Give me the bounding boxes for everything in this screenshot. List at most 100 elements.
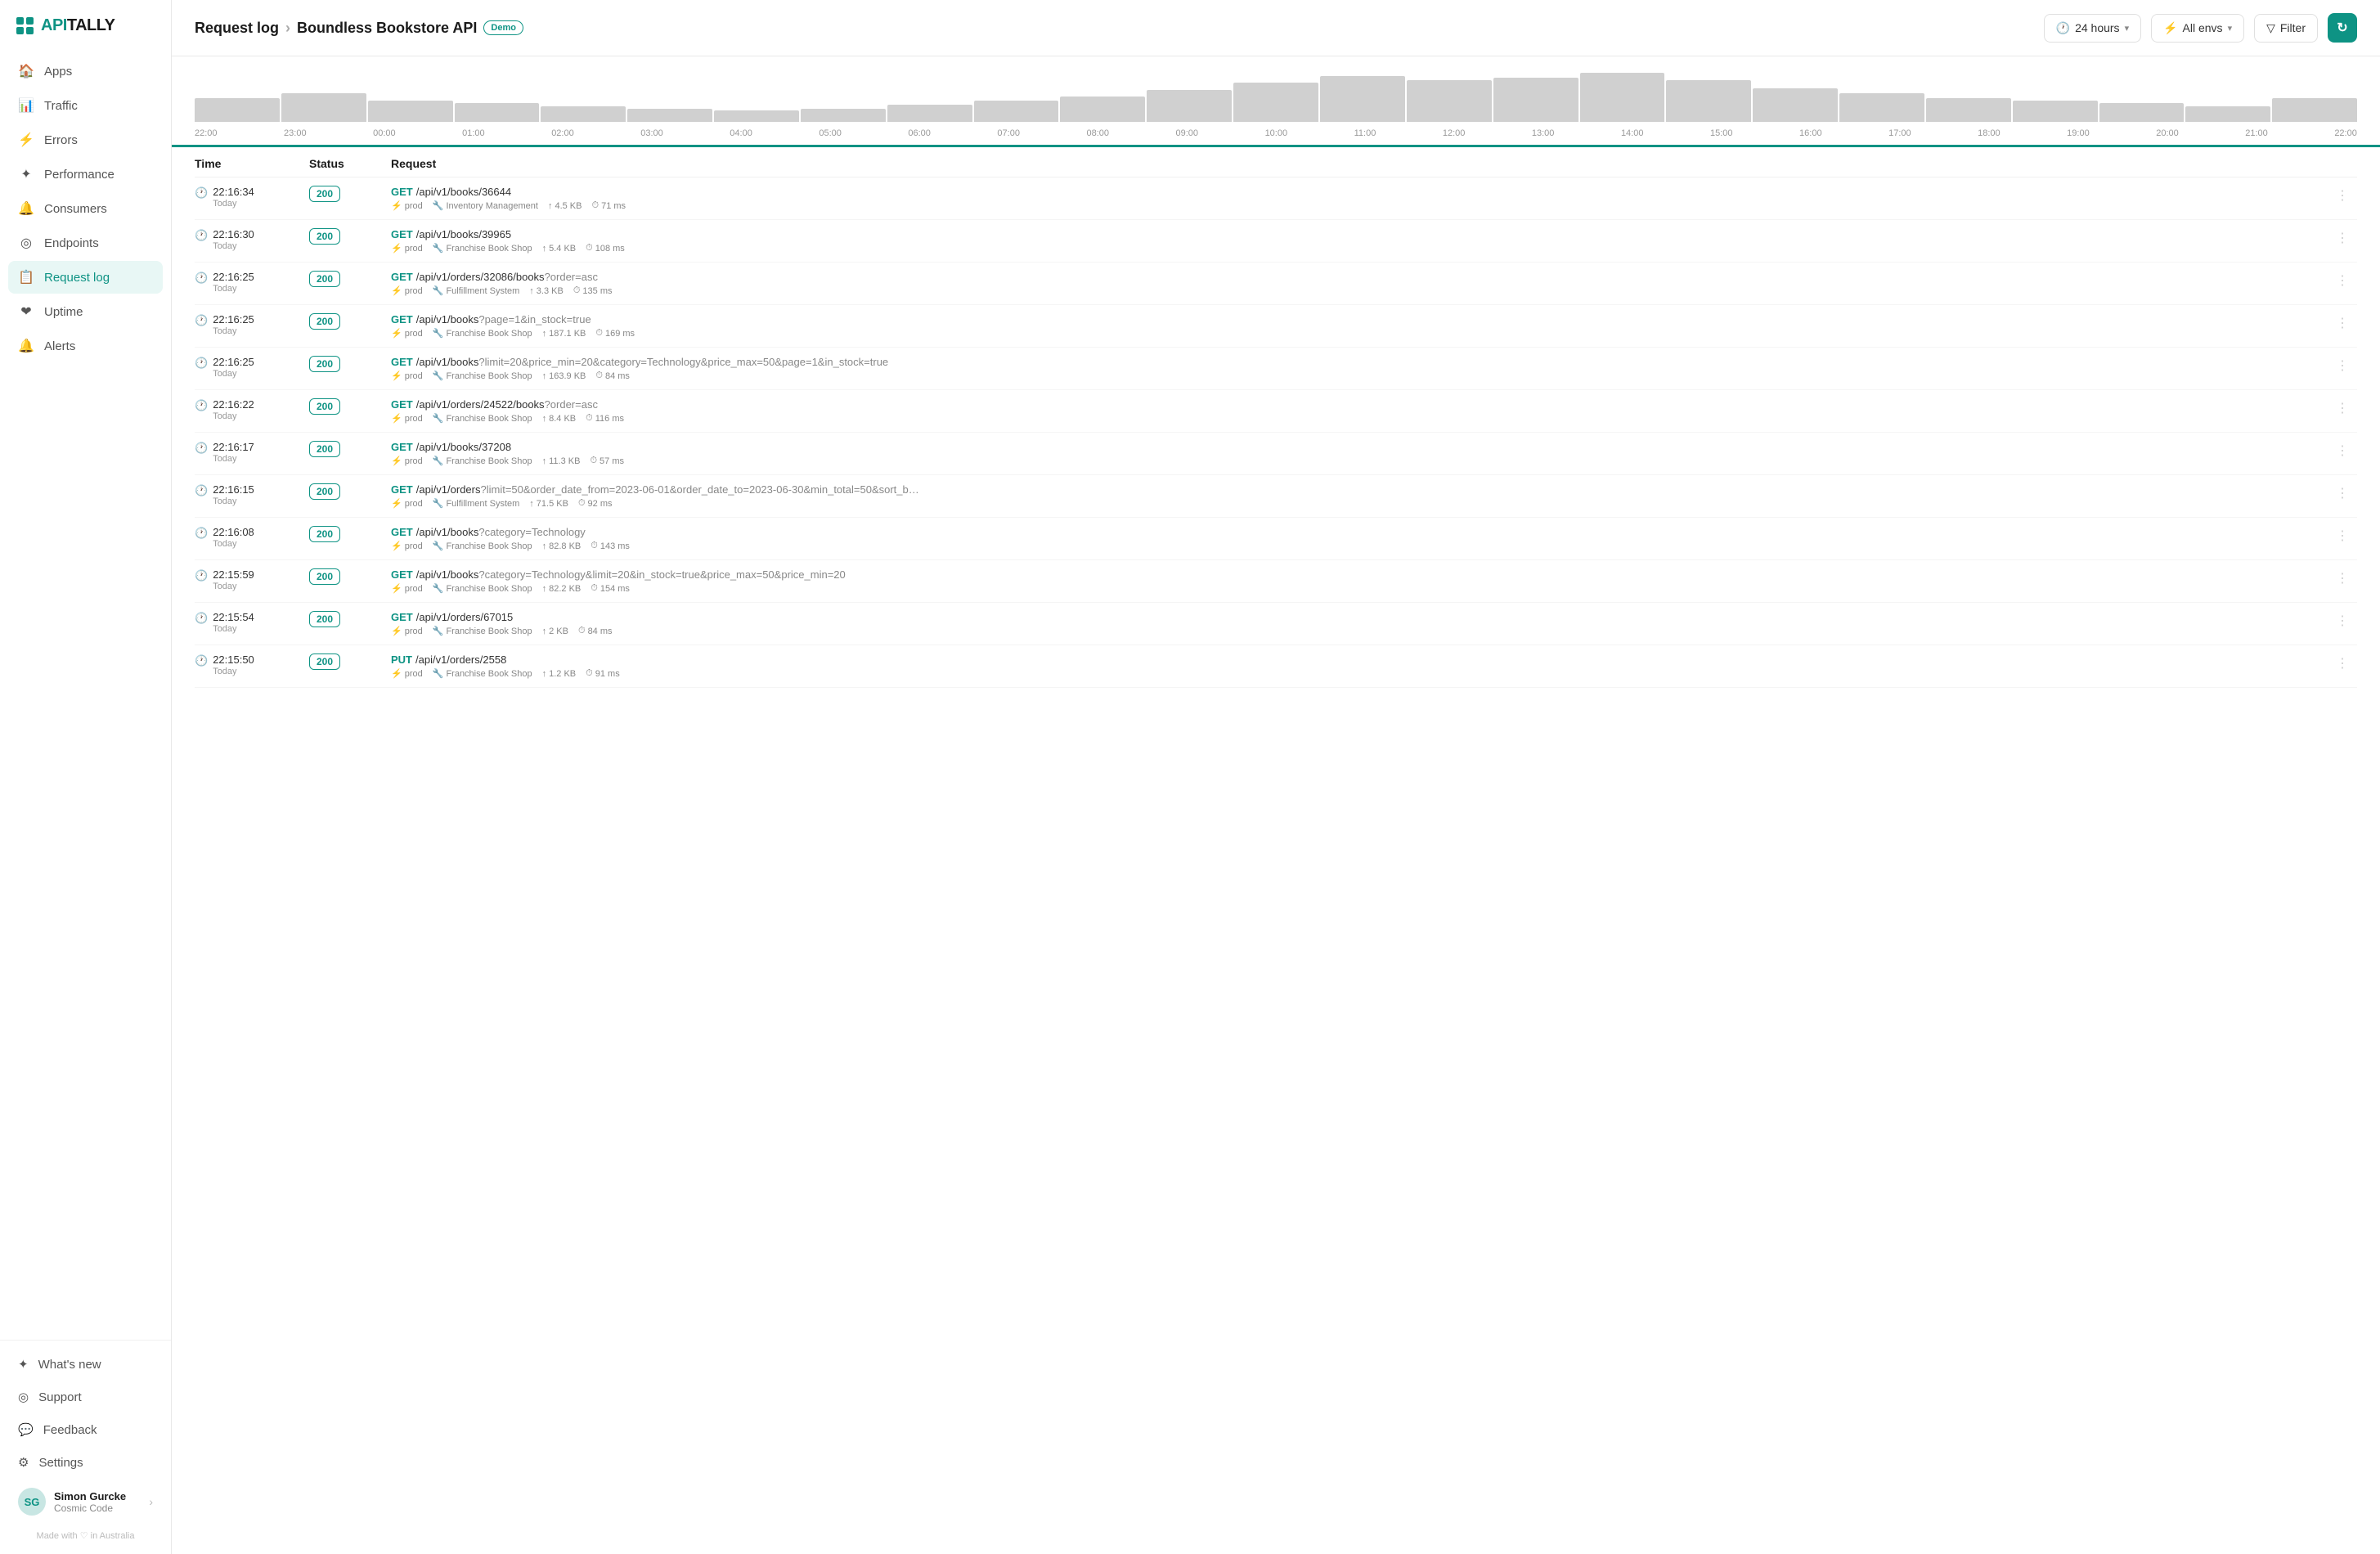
table-row[interactable]: 🕐 22:16:30 Today 200 GET/api/v1/books/39… — [195, 220, 2357, 263]
env-filter-button[interactable]: ⚡ All envs ▾ — [2151, 14, 2244, 43]
duration-icon: ⏱ — [586, 243, 593, 254]
request-date: Today — [213, 667, 254, 676]
table-row[interactable]: 🕐 22:16:25 Today 200 GET/api/v1/orders/3… — [195, 263, 2357, 305]
sidebar-item-feedback[interactable]: 💬 Feedback — [8, 1414, 163, 1445]
more-button-0[interactable]: ⋮ — [2333, 186, 2352, 205]
time-range-button[interactable]: 🕐 24 hours ▾ — [2044, 14, 2141, 43]
sidebar-item-performance[interactable]: ✦ Performance — [8, 158, 163, 191]
clock-icon: 🕐 — [195, 314, 208, 327]
request-method: GET — [391, 271, 413, 283]
support-icon: ◎ — [18, 1390, 29, 1404]
request-meta: ⚡ prod 🔧 Franchise Book Shop ↑ 163.9 KB … — [391, 371, 2326, 381]
env-icon: ⚡ — [391, 456, 402, 466]
table-row[interactable]: 🕐 22:16:15 Today 200 GET/api/v1/orders?l… — [195, 475, 2357, 518]
time-label: 05:00 — [819, 128, 842, 138]
size-meta: ↑ 2 KB — [542, 627, 568, 636]
request-cell: GET/api/v1/books?category=Technology&lim… — [391, 568, 2333, 594]
table-row[interactable]: 🕐 22:16:22 Today 200 GET/api/v1/orders/2… — [195, 390, 2357, 433]
chart-bar — [1666, 80, 1751, 122]
status-badge: 200 — [309, 483, 340, 500]
sidebar-item-uptime[interactable]: ❤ Uptime — [8, 295, 163, 328]
sidebar-item-errors-label: Errors — [44, 133, 78, 147]
more-button-6[interactable]: ⋮ — [2333, 441, 2352, 460]
request-path: /api/v1/orders/32086/books — [416, 271, 545, 283]
request-date: Today — [213, 582, 254, 591]
size-meta: ↑ 8.4 KB — [542, 414, 577, 424]
sidebar-item-traffic-label: Traffic — [44, 99, 78, 113]
sidebar-item-alerts-label: Alerts — [44, 339, 75, 353]
consumer-icon: 🔧 — [433, 413, 444, 424]
sidebar-item-settings[interactable]: ⚙ Settings — [8, 1447, 163, 1478]
table-row[interactable]: 🕐 22:15:50 Today 200 PUT/api/v1/orders/2… — [195, 645, 2357, 688]
request-params: ?category=Technology&limit=20&in_stock=t… — [478, 568, 845, 581]
status-cell: 200 — [309, 611, 391, 627]
table-row[interactable]: 🕐 22:16:34 Today 200 GET/api/v1/books/36… — [195, 177, 2357, 220]
more-button-2[interactable]: ⋮ — [2333, 271, 2352, 290]
chart-bar — [2185, 106, 2270, 122]
size-value: 11.3 KB — [549, 456, 580, 466]
table-row[interactable]: 🕐 22:16:25 Today 200 GET/api/v1/books?li… — [195, 348, 2357, 390]
table-row[interactable]: 🕐 22:16:25 Today 200 GET/api/v1/books?pa… — [195, 305, 2357, 348]
table-row[interactable]: 🕐 22:15:54 Today 200 GET/api/v1/orders/6… — [195, 603, 2357, 645]
uptime-icon: ❤ — [18, 303, 34, 320]
consumer-meta: 🔧 Fulfillment System — [433, 285, 520, 296]
env-meta: ⚡ prod — [391, 413, 423, 424]
breadcrumb-separator: › — [285, 20, 290, 37]
more-button-8[interactable]: ⋮ — [2333, 526, 2352, 546]
env-value: prod — [405, 329, 423, 339]
sidebar-item-traffic[interactable]: 📊 Traffic — [8, 89, 163, 122]
request-params: ?order=asc — [545, 398, 598, 411]
sidebar-bottom: ✦ What's new ◎ Support 💬 Feedback ⚙ Sett… — [0, 1340, 171, 1554]
sidebar-item-whats-new[interactable]: ✦ What's new — [8, 1349, 163, 1380]
request-date: Today — [213, 411, 254, 421]
more-button-10[interactable]: ⋮ — [2333, 611, 2352, 631]
request-method: GET — [391, 186, 413, 198]
status-cell: 200 — [309, 568, 391, 585]
request-method: GET — [391, 441, 413, 453]
size-meta: ↑ 11.3 KB — [542, 456, 581, 466]
user-section[interactable]: SG Simon Gurcke Cosmic Code › — [8, 1480, 163, 1524]
filter-button[interactable]: ▽ Filter — [2254, 14, 2318, 43]
time-cell: 🕐 22:15:50 Today — [195, 653, 309, 676]
sidebar-item-consumers[interactable]: 🔔 Consumers — [8, 192, 163, 225]
more-button-7[interactable]: ⋮ — [2333, 483, 2352, 503]
request-path: /api/v1/books — [416, 568, 479, 581]
env-icon: ⚡ — [391, 371, 402, 381]
table-row[interactable]: 🕐 22:16:17 Today 200 GET/api/v1/books/37… — [195, 433, 2357, 475]
more-cell: ⋮ — [2333, 441, 2357, 460]
consumer-meta: 🔧 Franchise Book Shop — [433, 456, 532, 466]
duration-icon: ⏱ — [578, 626, 586, 636]
user-company: Cosmic Code — [54, 1502, 141, 1514]
more-button-1[interactable]: ⋮ — [2333, 228, 2352, 248]
table-row[interactable]: 🕐 22:15:59 Today 200 GET/api/v1/books?ca… — [195, 560, 2357, 603]
chart-bar — [1493, 78, 1578, 122]
sidebar-item-alerts[interactable]: 🔔 Alerts — [8, 330, 163, 362]
main-content: Request log › Boundless Bookstore API De… — [172, 0, 2380, 1554]
consumer-icon: 🔧 — [433, 456, 444, 466]
sidebar-item-apps[interactable]: 🏠 Apps — [8, 55, 163, 88]
sidebar-item-errors[interactable]: ⚡ Errors — [8, 124, 163, 156]
sidebar-item-support[interactable]: ◎ Support — [8, 1381, 163, 1413]
request-log-table: Time Status Request 🕐 22:16:34 Today 200… — [172, 147, 2380, 1554]
clock-icon: 🕐 — [195, 229, 208, 242]
more-button-4[interactable]: ⋮ — [2333, 356, 2352, 375]
duration-value: 57 ms — [599, 456, 624, 466]
consumer-meta: 🔧 Franchise Book Shop — [433, 583, 532, 594]
sidebar-item-endpoints[interactable]: ◎ Endpoints — [8, 227, 163, 259]
more-button-3[interactable]: ⋮ — [2333, 313, 2352, 333]
duration-icon: ⏱ — [591, 583, 598, 594]
more-button-9[interactable]: ⋮ — [2333, 568, 2352, 588]
status-badge: 200 — [309, 271, 340, 287]
request-date: Today — [213, 326, 254, 336]
clock-icon: 🕐 — [195, 186, 208, 200]
more-cell: ⋮ — [2333, 568, 2357, 588]
duration-meta: ⏱ 91 ms — [586, 668, 620, 679]
more-button-11[interactable]: ⋮ — [2333, 653, 2352, 673]
table-row[interactable]: 🕐 22:16:08 Today 200 GET/api/v1/books?ca… — [195, 518, 2357, 560]
sidebar-item-consumers-label: Consumers — [44, 202, 107, 216]
more-button-5[interactable]: ⋮ — [2333, 398, 2352, 418]
request-line: GET/api/v1/orders?limit=50&order_date_fr… — [391, 483, 2326, 496]
refresh-button[interactable]: ↻ — [2328, 13, 2357, 43]
consumer-value: Franchise Book Shop — [446, 371, 532, 381]
sidebar-item-request-log[interactable]: 📋 Request log — [8, 261, 163, 294]
